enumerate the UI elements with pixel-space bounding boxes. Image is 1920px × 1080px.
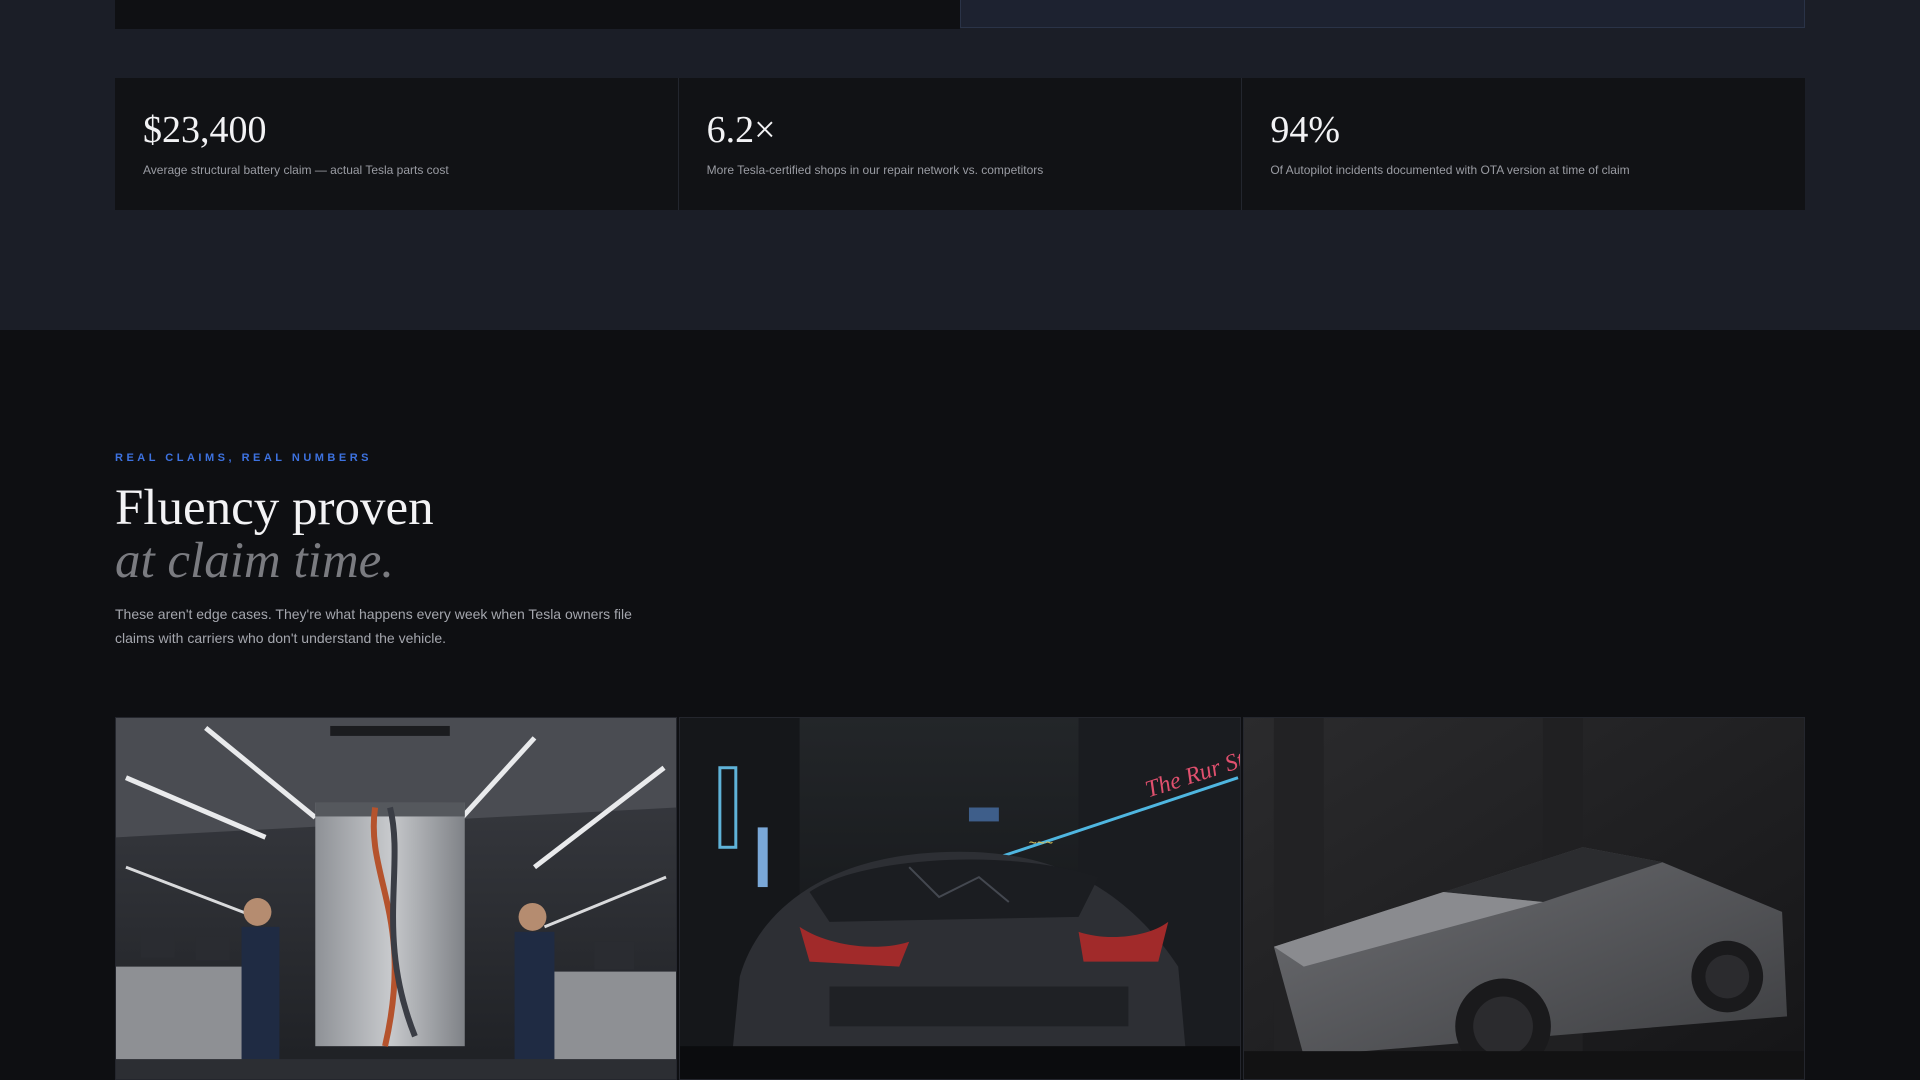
top-card-left — [115, 0, 960, 29]
top-section: $23,400 Average structural battery claim… — [0, 0, 1920, 330]
stat-value: $23,400 — [143, 109, 267, 151]
stats-row: $23,400 Average structural battery claim… — [115, 78, 1805, 210]
stat-card: $23,400 Average structural battery claim… — [115, 78, 679, 210]
stat-description: Of Autopilot incidents documented with O… — [1270, 163, 1630, 177]
stat-value: 94% — [1270, 109, 1340, 151]
damaged-car-night-image: The Rur Sto ~~~ — [679, 717, 1241, 1080]
heading-line-1: Fluency proven — [115, 480, 434, 536]
section-heading: Fluency proven at claim time. — [115, 482, 434, 588]
battery-workshop-image — [115, 717, 677, 1080]
cybertruck-studio-image — [1243, 717, 1805, 1080]
svg-text:~~~: ~~~ — [1029, 834, 1053, 850]
section-eyebrow: REAL CLAIMS, REAL NUMBERS — [115, 452, 372, 464]
section-lede: These aren't edge cases. They're what ha… — [115, 606, 632, 646]
stat-card: 94% Of Autopilot incidents documented wi… — [1242, 78, 1805, 210]
heading-line-2: at claim time. — [115, 533, 395, 589]
claims-gallery: The Rur Sto ~~~ — [115, 717, 1805, 1080]
stat-description: More Tesla-certified shops in our repair… — [706, 163, 1044, 177]
stat-description: Average structural battery claim — actua… — [143, 163, 449, 177]
stat-value: 6.2× — [706, 109, 776, 151]
stat-card: 6.2× More Tesla-certified shops in our r… — [679, 78, 1243, 210]
top-card-right — [960, 0, 1805, 28]
